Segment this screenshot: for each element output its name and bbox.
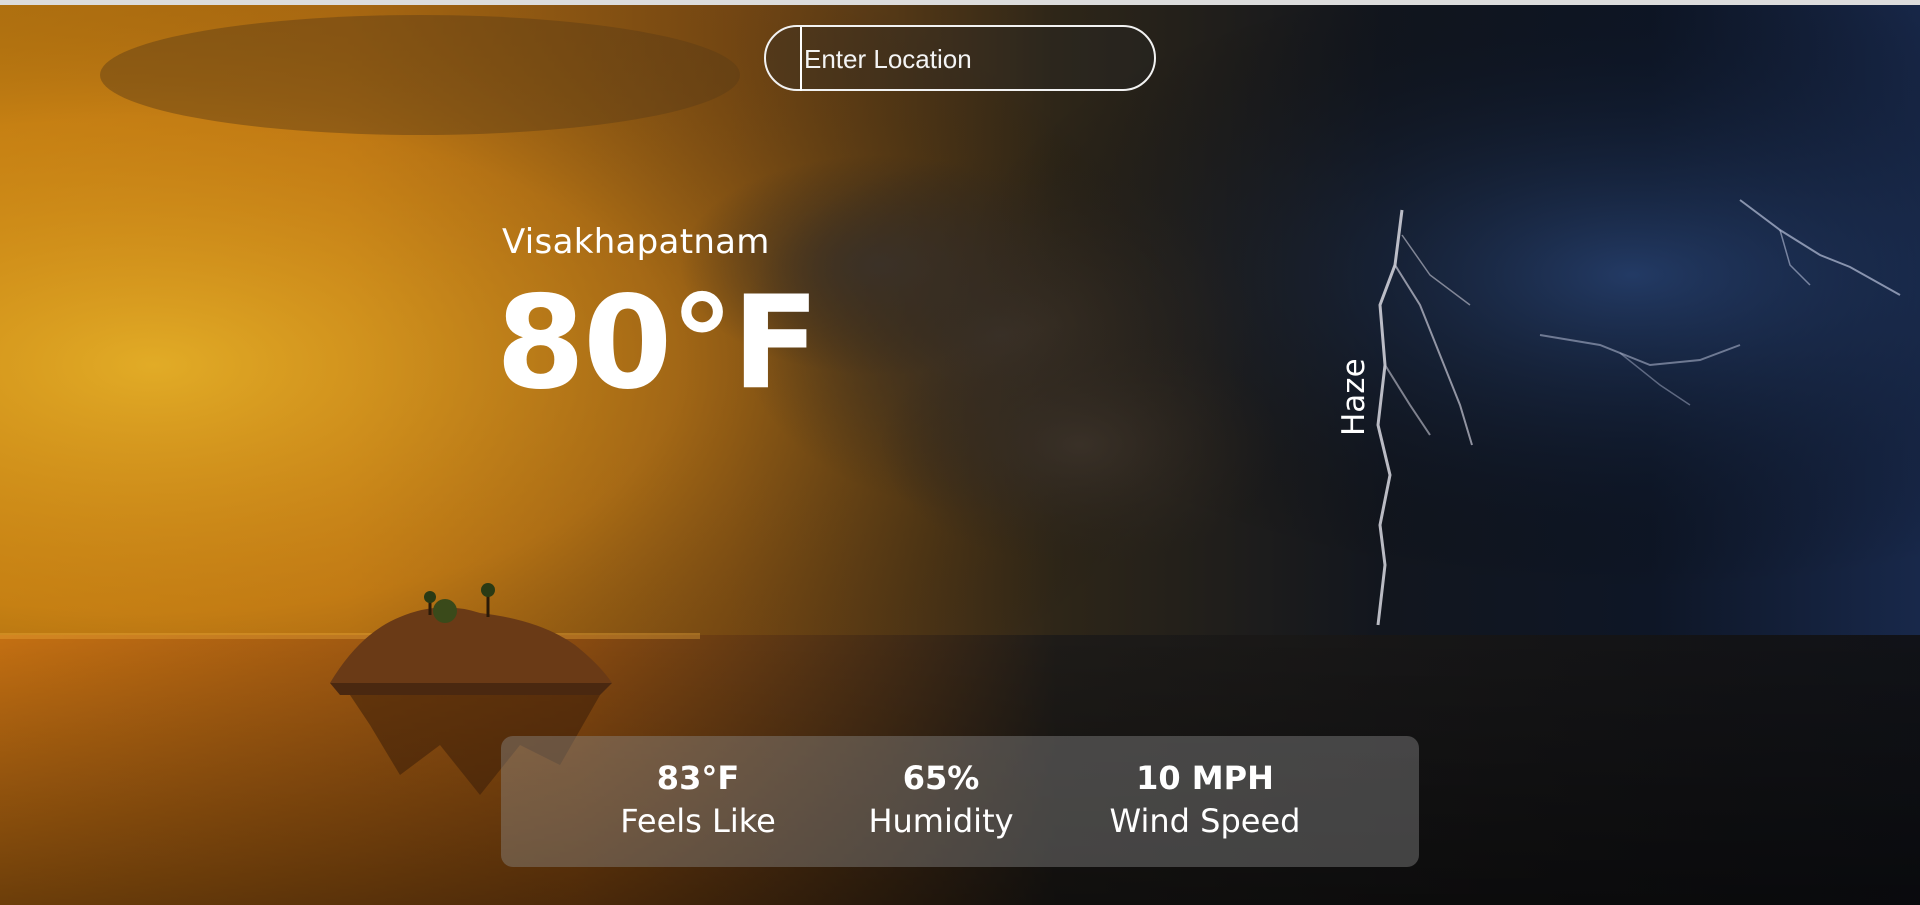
- feels-like-value: 83°F: [656, 759, 740, 797]
- humidity-stat: 65% Humidity: [831, 758, 1051, 844]
- weather-condition: Haze: [1336, 358, 1372, 436]
- wind-speed-value: 10 MPH: [1136, 759, 1274, 797]
- humidity-value: 65%: [902, 759, 980, 797]
- location-search-box[interactable]: [764, 25, 1156, 91]
- weather-stats-panel: 83°F Feels Like 65% Humidity 10 MPH Wind…: [501, 736, 1419, 867]
- feels-like-label: Feels Like: [620, 802, 776, 840]
- location-search-input[interactable]: [800, 27, 1146, 91]
- feels-like-stat: 83°F Feels Like: [588, 758, 808, 844]
- wind-speed-label: Wind Speed: [1109, 802, 1301, 840]
- current-temperature: 80°F: [496, 269, 820, 418]
- weather-condition-container: Haze: [1336, 356, 1372, 436]
- wind-speed-stat: 10 MPH Wind Speed: [1085, 758, 1325, 844]
- location-name: Visakhapatnam: [502, 222, 770, 262]
- humidity-label: Humidity: [868, 802, 1014, 840]
- browser-top-border: [0, 0, 1920, 5]
